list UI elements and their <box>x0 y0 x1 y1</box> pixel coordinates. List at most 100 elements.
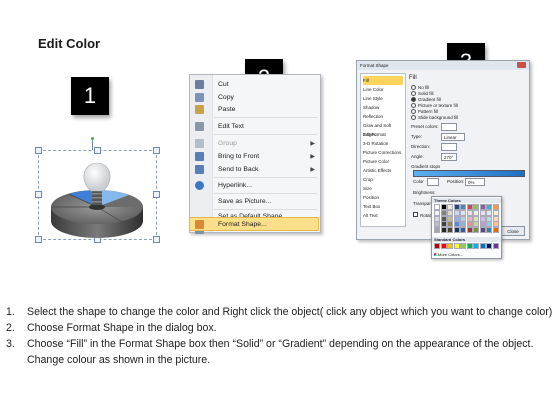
color-swatch[interactable] <box>486 243 492 249</box>
color-swatch[interactable] <box>479 210 486 216</box>
category-picture-corrections[interactable]: Picture Corrections <box>363 148 403 157</box>
color-swatch[interactable] <box>492 243 499 249</box>
radio-gradient-fill[interactable]: Gradient fill <box>411 97 441 103</box>
gradient-stops-bar[interactable] <box>413 170 525 177</box>
radio-pattern-fill[interactable]: Pattern fill <box>411 109 438 115</box>
close-icon[interactable] <box>517 62 526 68</box>
color-swatch[interactable] <box>447 226 453 233</box>
radio-slide-background-fill[interactable]: Slide background fill <box>411 115 458 121</box>
menu-item-bring-to-front[interactable]: Bring to Front ▶ <box>190 150 320 163</box>
color-swatch[interactable] <box>453 226 460 233</box>
color-swatch[interactable] <box>466 243 473 249</box>
color-swatch[interactable] <box>440 221 447 227</box>
category-glow[interactable]: Glow and Soft Edges <box>363 121 403 137</box>
color-swatch[interactable] <box>466 204 473 210</box>
color-swatch[interactable] <box>440 243 447 249</box>
category-3d-format[interactable]: 3-D Format <box>363 130 403 139</box>
radio-picture-fill[interactable]: Picture or texture fill <box>411 103 458 109</box>
category-shadow[interactable]: Shadow <box>363 103 403 112</box>
color-swatch[interactable] <box>453 204 460 210</box>
color-dropdown[interactable] <box>427 178 439 186</box>
menu-item-save-as-picture[interactable]: Save as Picture... <box>190 195 320 208</box>
category-line-color[interactable]: Line Color <box>363 85 403 94</box>
color-swatch[interactable] <box>460 204 466 210</box>
color-swatch[interactable] <box>466 226 473 233</box>
color-swatch[interactable] <box>434 221 440 227</box>
color-swatch[interactable] <box>479 226 486 233</box>
color-swatch[interactable] <box>453 243 460 249</box>
menu-item-format-shape[interactable]: Format Shape... <box>189 217 319 231</box>
menu-item-group[interactable]: Group ▶ <box>190 137 320 150</box>
preset-colors-dropdown[interactable] <box>441 123 457 131</box>
color-swatch[interactable] <box>479 204 486 210</box>
category-artistic-effects[interactable]: Artistic Effects <box>363 166 403 175</box>
color-swatch[interactable] <box>492 210 499 216</box>
category-fill[interactable]: Fill <box>363 76 403 85</box>
color-swatch[interactable] <box>460 226 466 233</box>
position-input[interactable]: 0% <box>465 178 485 186</box>
color-swatch[interactable] <box>447 204 453 210</box>
category-size[interactable]: Size <box>363 184 403 193</box>
color-swatch[interactable] <box>434 226 440 233</box>
menu-item-send-to-back[interactable]: Send to Back ▶ <box>190 163 320 176</box>
color-swatch[interactable] <box>460 215 466 222</box>
color-swatch[interactable] <box>453 221 460 227</box>
menu-item-cut[interactable]: Cut <box>190 78 320 91</box>
color-swatch[interactable] <box>479 221 486 227</box>
color-swatch[interactable] <box>434 210 440 216</box>
color-swatch[interactable] <box>486 204 492 210</box>
menu-item-hyperlink[interactable]: Hyperlink... <box>190 179 320 192</box>
color-swatch[interactable] <box>473 243 479 249</box>
color-swatch[interactable] <box>466 210 473 216</box>
radio-solid-fill[interactable]: Solid fill <box>411 91 434 97</box>
color-swatch[interactable] <box>473 226 479 233</box>
category-line-style[interactable]: Line Style <box>363 94 403 103</box>
color-swatch[interactable] <box>440 215 447 222</box>
category-crop[interactable]: Crop <box>363 175 403 184</box>
category-alt-text[interactable]: Alt Text <box>363 211 403 220</box>
color-swatch[interactable] <box>460 221 466 227</box>
color-swatch[interactable] <box>434 243 440 249</box>
category-text-box[interactable]: Text Box <box>363 202 403 211</box>
color-swatch[interactable] <box>479 215 486 222</box>
color-swatch[interactable] <box>466 221 473 227</box>
category-picture-color[interactable]: Picture Color <box>363 157 403 166</box>
menu-item-paste[interactable]: Paste <box>190 103 320 116</box>
color-swatch[interactable] <box>434 215 440 222</box>
color-swatch[interactable] <box>492 204 499 210</box>
color-swatch[interactable] <box>486 210 492 216</box>
category-reflection[interactable]: Reflection <box>363 112 403 121</box>
color-swatch[interactable] <box>479 243 486 249</box>
color-swatch[interactable] <box>453 210 460 216</box>
category-position[interactable]: Position <box>363 193 403 202</box>
color-swatch[interactable] <box>460 210 466 216</box>
color-swatch[interactable] <box>447 221 453 227</box>
category-3d-rotation[interactable]: 3-D Rotation <box>363 139 403 148</box>
color-swatch[interactable] <box>434 204 440 210</box>
color-swatch[interactable] <box>492 215 499 222</box>
color-swatch[interactable] <box>492 221 499 227</box>
color-swatch[interactable] <box>447 210 453 216</box>
color-swatch[interactable] <box>473 221 479 227</box>
color-swatch[interactable] <box>440 204 447 210</box>
color-swatch[interactable] <box>486 226 492 233</box>
color-swatch[interactable] <box>473 204 479 210</box>
color-swatch[interactable] <box>447 243 453 249</box>
color-swatch[interactable] <box>486 215 492 222</box>
color-swatch[interactable] <box>473 210 479 216</box>
menu-item-edit-text[interactable]: Edit Text <box>190 120 320 133</box>
selected-shape[interactable] <box>35 147 160 243</box>
color-swatch[interactable] <box>473 215 479 222</box>
color-swatch[interactable] <box>447 215 453 222</box>
color-swatch[interactable] <box>466 215 473 222</box>
direction-dropdown[interactable] <box>441 143 457 151</box>
color-swatch[interactable] <box>440 210 447 216</box>
close-button[interactable]: Close <box>501 226 525 236</box>
color-swatch[interactable] <box>453 215 460 222</box>
more-colors-link[interactable]: More Colors... <box>434 252 463 257</box>
type-dropdown[interactable]: Linear <box>441 133 465 141</box>
color-swatch[interactable] <box>460 243 466 249</box>
angle-input[interactable]: 270° <box>441 153 457 161</box>
radio-no-fill[interactable]: No fill <box>411 85 429 91</box>
color-swatch[interactable] <box>486 221 492 227</box>
